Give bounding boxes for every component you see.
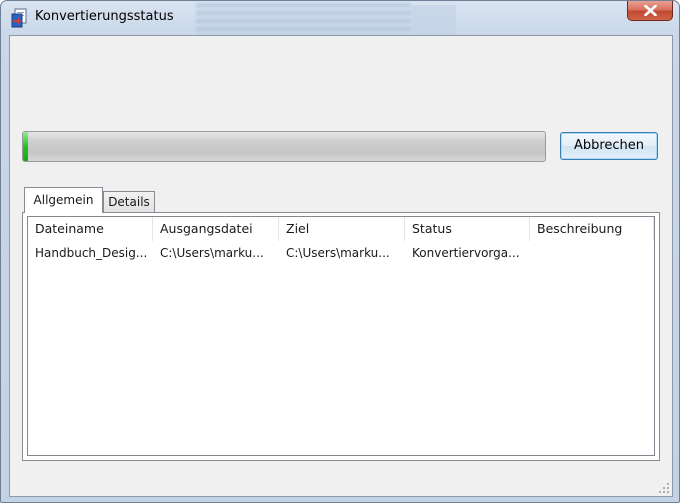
- resize-grip-icon[interactable]: [658, 482, 670, 494]
- table-row[interactable]: Handbuch_Desig... C:\Users\marku... C:\U…: [28, 243, 654, 263]
- cell-dateiname: Handbuch_Desig...: [35, 246, 148, 260]
- tab-panel-allgemein: Dateiname Ausgangsdatei Ziel Status Besc…: [22, 212, 660, 461]
- cell-ausgangsdatei: C:\Users\marku...: [160, 246, 264, 260]
- conversion-status-window: Konvertierungsstatus Abbrechen Allgemein…: [0, 0, 680, 503]
- window-title: Konvertierungsstatus: [35, 9, 174, 24]
- status-list[interactable]: Dateiname Ausgangsdatei Ziel Status Besc…: [27, 216, 655, 456]
- client-area: Abbrechen Allgemein Details Dateiname Au…: [9, 35, 673, 497]
- tab-details[interactable]: Details: [103, 191, 155, 213]
- cell-beschreibung: [530, 243, 654, 263]
- column-header-beschreibung[interactable]: Beschreibung: [530, 217, 654, 241]
- document-convert-icon: [10, 8, 28, 28]
- cell-ziel: C:\Users\marku...: [286, 246, 390, 260]
- titlebar[interactable]: Konvertierungsstatus: [1, 1, 679, 35]
- column-header-ziel[interactable]: Ziel: [279, 217, 405, 241]
- column-header-dateiname[interactable]: Dateiname: [28, 217, 153, 241]
- close-button[interactable]: [627, 1, 673, 21]
- progress-bar: [22, 131, 546, 162]
- column-header-ausgangsdatei[interactable]: Ausgangsdatei: [153, 217, 279, 241]
- column-header-status[interactable]: Status: [405, 217, 530, 241]
- cancel-button[interactable]: Abbrechen: [560, 132, 658, 160]
- tab-allgemein[interactable]: Allgemein: [24, 187, 103, 213]
- close-icon: [644, 5, 657, 16]
- cell-status: Konvertiervorga...: [412, 246, 520, 260]
- list-header: Dateiname Ausgangsdatei Ziel Status Besc…: [28, 217, 654, 241]
- progress-fill: [23, 132, 29, 161]
